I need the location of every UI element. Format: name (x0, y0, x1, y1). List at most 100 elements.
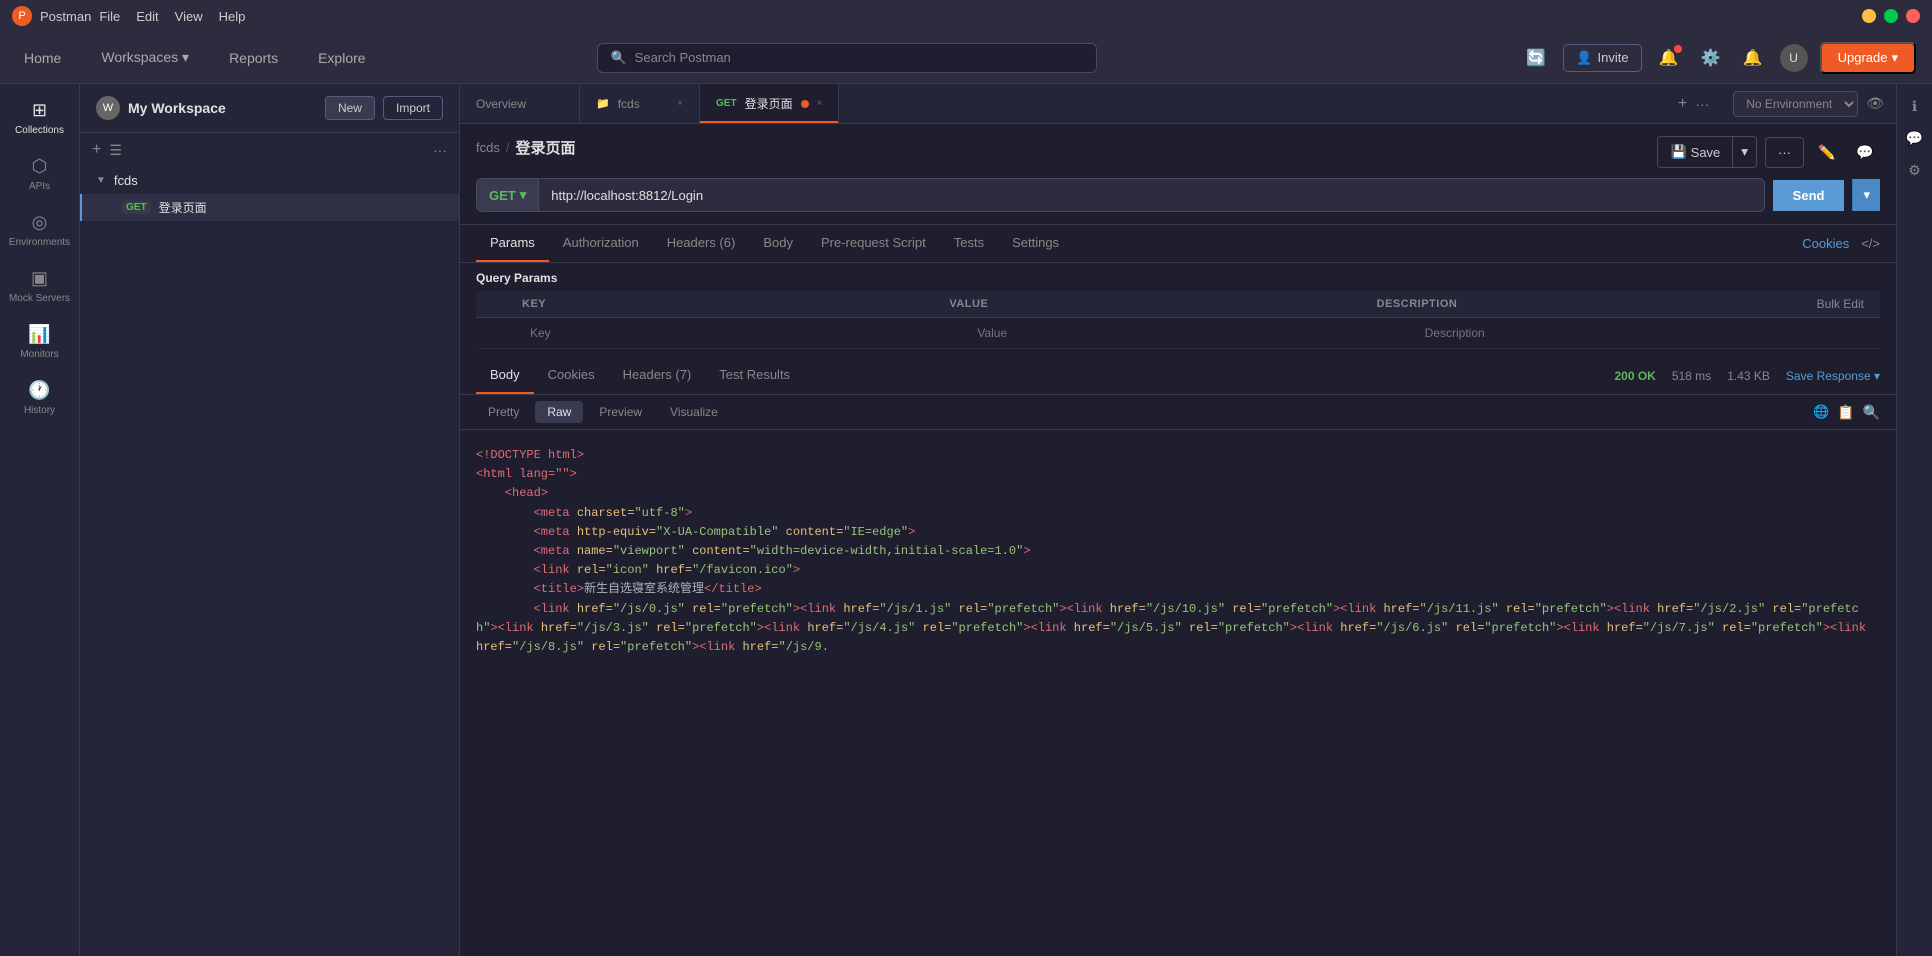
code-link[interactable]: </> (1861, 236, 1880, 251)
sidebar-item-environments[interactable]: ◎ Environments (5, 204, 75, 256)
comment-icon[interactable]: 💬 (1850, 137, 1880, 167)
menu-view[interactable]: View (175, 9, 203, 24)
eye-icon[interactable]: 👁 (1866, 95, 1884, 112)
search-response-icon[interactable]: 🔍 (1863, 404, 1880, 421)
response-status-bar: 200 OK 518 ms 1.43 KB Save Response ▾ (1614, 369, 1880, 383)
apis-icon: ⬡ (32, 156, 48, 177)
cookies-link[interactable]: Cookies (1802, 236, 1849, 251)
resp-tab-test-results[interactable]: Test Results (705, 357, 804, 394)
notifications-icon[interactable]: 🔔 (1654, 43, 1684, 73)
value-input[interactable] (969, 322, 1416, 344)
main-layout: ⊞ Collections ⬡ APIs ◎ Environments ▣ Mo… (0, 84, 1932, 956)
more-options-icon[interactable]: ··· (433, 142, 447, 158)
tab-overview[interactable]: Overview (460, 84, 580, 123)
view-tab-pretty[interactable]: Pretty (476, 401, 531, 423)
tab-authorization[interactable]: Authorization (549, 225, 653, 262)
add-tab-icon[interactable]: + (1678, 95, 1687, 113)
save-dropdown-arrow[interactable]: ▾ (1732, 136, 1757, 168)
add-collection-icon[interactable]: + (92, 141, 101, 159)
code-line-3: <head> (476, 484, 1880, 503)
right-sidebar-info-icon[interactable]: ℹ (1901, 92, 1929, 120)
tab-settings[interactable]: Settings (998, 225, 1073, 262)
tab-method: GET (716, 98, 737, 109)
save-button[interactable]: 💾 Save (1657, 136, 1732, 168)
tab-body[interactable]: Body (749, 225, 807, 262)
more-tabs-icon[interactable]: ··· (1695, 96, 1709, 112)
upgrade-button[interactable]: Upgrade ▾ (1820, 42, 1916, 74)
collection-fcds[interactable]: ▼ fcds (80, 167, 459, 194)
nav-home[interactable]: Home (16, 46, 69, 70)
nav-workspaces[interactable]: Workspaces ▾ (93, 45, 197, 70)
search-placeholder: Search Postman (635, 50, 731, 65)
collection-name: fcds (114, 173, 138, 188)
copy-icon[interactable]: 📋 (1837, 404, 1854, 421)
menu-file[interactable]: File (99, 9, 120, 24)
environment-selector[interactable]: No Environment (1733, 91, 1858, 117)
code-line-7: <link rel="icon" href="/favicon.ico"> (476, 561, 1880, 580)
resp-tab-cookies[interactable]: Cookies (534, 357, 609, 394)
nav-explore[interactable]: Explore (310, 46, 373, 70)
nav-reports[interactable]: Reports (221, 46, 286, 70)
invite-button[interactable]: 👤 Invite (1563, 44, 1641, 72)
tab-fcds[interactable]: 📁 fcds × (580, 84, 700, 123)
sidebar-item-history[interactable]: 🕐 History (5, 372, 75, 424)
menu-edit[interactable]: Edit (136, 9, 158, 24)
tab-close-icon[interactable]: × (817, 98, 823, 109)
view-tab-raw[interactable]: Raw (535, 401, 583, 423)
filter-icon[interactable]: ☰ (109, 142, 122, 159)
sync-icon[interactable]: 🔄 (1521, 43, 1551, 73)
key-column-header: KEY (522, 298, 949, 310)
send-dropdown-arrow[interactable]: ▾ (1852, 179, 1880, 211)
view-tab-visualize[interactable]: Visualize (658, 401, 730, 423)
menu-help[interactable]: Help (219, 9, 246, 24)
breadcrumb-collection[interactable]: fcds (476, 140, 500, 155)
close-button[interactable] (1906, 9, 1920, 23)
environments-icon: ◎ (32, 212, 48, 233)
response-tabs-bar: Body Cookies Headers (7) Test Results 20… (460, 357, 1896, 395)
resp-tab-body[interactable]: Body (476, 357, 534, 394)
response-area: Body Cookies Headers (7) Test Results 20… (460, 357, 1896, 956)
content-area: Overview 📁 fcds × GET 登录页面 × + ··· No En… (460, 84, 1896, 956)
resp-tab-headers[interactable]: Headers (7) (609, 357, 706, 394)
maximize-button[interactable] (1884, 9, 1898, 23)
key-input[interactable] (522, 322, 969, 344)
sidebar-item-mock-servers[interactable]: ▣ Mock Servers (5, 260, 75, 312)
more-request-options[interactable]: ··· (1765, 137, 1804, 168)
sidebar-item-collections[interactable]: ⊞ Collections (5, 92, 75, 144)
import-button[interactable]: Import (383, 96, 443, 120)
topnav: Home Workspaces ▾ Reports Explore 🔍 Sear… (0, 32, 1932, 84)
bell-icon[interactable]: 🔔 (1738, 43, 1768, 73)
bulk-edit-button[interactable]: Bulk Edit (1817, 297, 1864, 311)
sidebar-item-label: APIs (29, 181, 50, 192)
request-login-page[interactable]: GET 登录页面 (80, 194, 459, 221)
send-button[interactable]: Send (1773, 180, 1845, 211)
new-button[interactable]: New (325, 96, 375, 120)
tab-login-page[interactable]: GET 登录页面 × (700, 84, 839, 123)
params-section: Query Params KEY VALUE DESCRIPTION Bulk … (460, 263, 1896, 357)
right-sidebar-settings-icon[interactable]: ⚙ (1901, 156, 1929, 184)
description-input[interactable] (1417, 322, 1864, 344)
right-sidebar-comment-icon[interactable]: 💬 (1901, 124, 1929, 152)
workspace-name: My Workspace (128, 100, 317, 116)
search-bar[interactable]: 🔍 Search Postman (597, 43, 1097, 73)
method-selector[interactable]: GET ▾ (477, 179, 539, 211)
method-badge: GET (122, 201, 151, 214)
minimize-button[interactable] (1862, 9, 1876, 23)
tab-params[interactable]: Params (476, 225, 549, 262)
settings-icon[interactable]: ⚙️ (1696, 43, 1726, 73)
code-line-8: <title>新生自选寝室系统管理</title> (476, 580, 1880, 599)
tab-pre-request[interactable]: Pre-request Script (807, 225, 940, 262)
tab-headers[interactable]: Headers (6) (653, 225, 750, 262)
code-line-1: <!DOCTYPE html> (476, 446, 1880, 465)
tab-close-icon[interactable]: × (677, 98, 683, 109)
body-view-tabs: Pretty Raw Preview Visualize 🌐 📋 🔍 (460, 395, 1896, 430)
save-response-button[interactable]: Save Response ▾ (1786, 369, 1880, 383)
sidebar-item-monitors[interactable]: 📊 Monitors (5, 316, 75, 368)
avatar[interactable]: U (1780, 44, 1808, 72)
url-input[interactable] (539, 180, 1763, 211)
tab-tests[interactable]: Tests (940, 225, 998, 262)
view-tab-preview[interactable]: Preview (587, 401, 654, 423)
edit-icon[interactable]: ✏️ (1812, 137, 1842, 167)
sidebar-item-apis[interactable]: ⬡ APIs (5, 148, 75, 200)
breadcrumb: fcds / 登录页面 (476, 137, 575, 158)
